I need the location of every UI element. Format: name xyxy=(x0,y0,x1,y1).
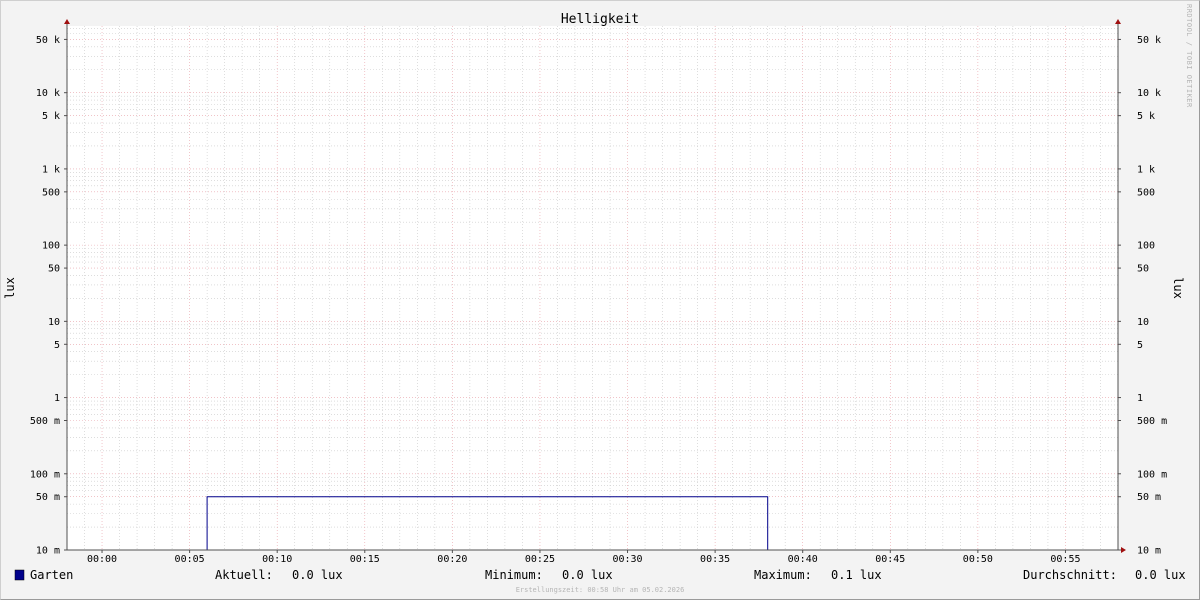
y-tick-label-right: 10 xyxy=(1137,317,1149,328)
y-tick-label-right: 10 k xyxy=(1137,88,1161,99)
y-tick-label-right: 50 m xyxy=(1137,492,1161,503)
y-tick-label-right: 500 xyxy=(1137,187,1155,198)
legend-maximum-value: 0.1 lux xyxy=(831,568,882,582)
y-tick-label-right: 1 k xyxy=(1137,164,1155,175)
y-tick-label-left: 5 k xyxy=(42,111,60,122)
legend-minimum-value: 0.0 lux xyxy=(562,568,613,582)
y-tick-label-left: 10 xyxy=(48,317,60,328)
y-tick-label-left: 1 xyxy=(54,393,60,404)
y-axis-label-left: lux xyxy=(3,277,17,299)
chart: 50 k 50 k10 k 10 k5 k5 k1 k1 k500 500100 100… xyxy=(3,4,1193,594)
x-tick-label: 00:05 xyxy=(175,554,205,565)
y-tick-label-right: 10 m xyxy=(1137,546,1161,557)
chart-title: Helligkeit xyxy=(561,12,639,27)
legend-minimum-label: Minimum: xyxy=(485,568,543,582)
x-tick-label: 00:10 xyxy=(262,554,292,565)
y-tick-label-right: 100 m xyxy=(1137,469,1167,480)
x-tick-label: 00:25 xyxy=(525,554,555,565)
y-tick-label-left: 500 xyxy=(42,187,60,198)
y-tick-label-left: 5 xyxy=(54,340,60,351)
legend-swatch-garten xyxy=(14,569,25,581)
y-tick-label-right: 5 xyxy=(1137,340,1143,351)
watermark: RRDTOOL / TOBI OETIKER xyxy=(1185,4,1193,108)
y-tick-label-left: 10 k xyxy=(36,88,60,99)
x-tick-label: 00:55 xyxy=(1050,554,1080,565)
footer-creation-time: Erstellungszeit: 00:58 Uhr am 05.02.2026 xyxy=(516,586,685,594)
y-tick-label-right: 100 xyxy=(1137,241,1155,252)
legend-maximum-label: Maximum: xyxy=(754,568,812,582)
x-axis-arrow xyxy=(1121,547,1126,553)
x-tick-label: 00:45 xyxy=(875,554,905,565)
x-tick-label: 00:50 xyxy=(963,554,993,565)
legend-durchschnitt-value: 0.0 lux xyxy=(1135,568,1186,582)
y-tick-label-right: 500 m xyxy=(1137,416,1167,427)
x-tick-label: 00:15 xyxy=(350,554,380,565)
y-tick-label-right: 1 xyxy=(1137,393,1143,404)
y-tick-label-left: 500 m xyxy=(30,416,60,427)
legend-aktuell-value: 0.0 lux xyxy=(292,568,343,582)
y-tick-label-left: 50 m xyxy=(36,492,60,503)
y-axis-label-right: lux xyxy=(1171,277,1185,299)
y-axis-arrow-left xyxy=(64,19,70,24)
x-tick-label: 00:35 xyxy=(700,554,730,565)
legend-durchschnitt-label: Durchschnitt: xyxy=(1023,568,1117,582)
y-tick-label-right: 5 k xyxy=(1137,111,1155,122)
y-tick-label-left: 10 m xyxy=(36,546,60,557)
y-tick-label-right: 50 k xyxy=(1137,35,1161,46)
x-tick-label: 00:20 xyxy=(437,554,467,565)
y-tick-label-left: 50 xyxy=(48,264,60,275)
y-tick-label-left: 50 k xyxy=(36,35,60,46)
legend-series-name: Garten xyxy=(30,568,73,582)
x-tick-label: 00:00 xyxy=(87,554,117,565)
x-tick-label: 00:40 xyxy=(788,554,818,565)
y-tick-label-left: 100 m xyxy=(30,469,60,480)
y-tick-label-left: 1 k xyxy=(42,164,60,175)
x-tick-label: 00:30 xyxy=(612,554,642,565)
y-tick-label-right: 50 xyxy=(1137,264,1149,275)
y-tick-label-left: 100 xyxy=(42,241,60,252)
legend-aktuell-label: Aktuell: xyxy=(215,568,273,582)
y-axis-arrow-right xyxy=(1115,19,1121,24)
